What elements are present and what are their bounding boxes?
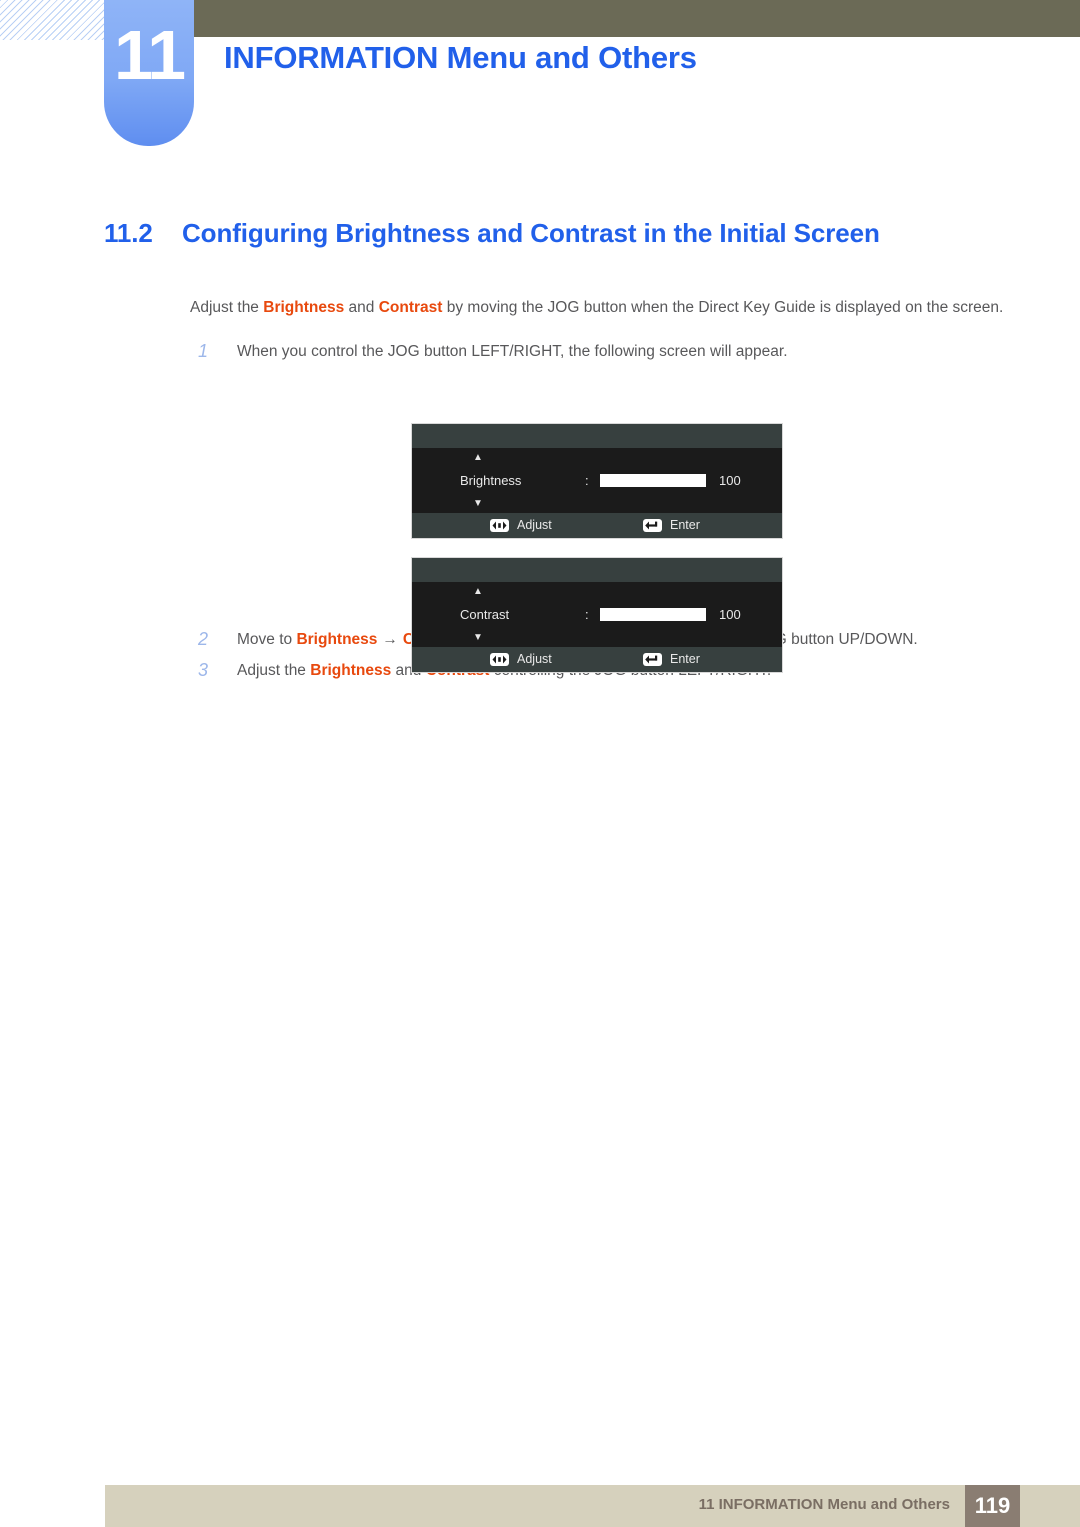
intro-text-3: by moving the JOG button when the Direct… <box>442 299 1004 316</box>
osd-item-label: Brightness <box>460 473 522 488</box>
osd-enter-label: Enter <box>670 652 700 666</box>
intro-paragraph: Adjust the Brightness and Contrast by mo… <box>190 294 1005 322</box>
left-right-arrows-key-icon <box>490 653 509 666</box>
page-number: 119 <box>965 1485 1020 1527</box>
step-3-prefix: Adjust the <box>237 661 311 679</box>
step-2-arrow-1: → <box>382 631 398 648</box>
contrast-slider-fill <box>601 609 705 620</box>
osd-colon: : <box>585 473 589 488</box>
step-2-number: 2 <box>198 629 209 649</box>
osd-footer: Adjust Enter <box>412 513 782 538</box>
osd-adjust-hint: Adjust <box>490 517 552 534</box>
step-2-prefix: Move to <box>237 631 297 648</box>
chapter-number: 11 <box>114 16 186 94</box>
section-title: Configuring Brightness and Contrast in t… <box>182 218 880 248</box>
contrast-value: 100 <box>719 607 741 622</box>
contrast-slider[interactable] <box>600 608 706 621</box>
return-arrow-key-icon <box>643 519 662 532</box>
osd-footer: Adjust Enter <box>412 647 782 672</box>
osd-adjust-label: Adjust <box>517 518 552 532</box>
intro-term-contrast: Contrast <box>378 299 443 316</box>
hatch-decoration <box>0 0 112 40</box>
osd-screenshots: ▲ Brightness : 100 ▼ Adjust Enter ▲ Cont… <box>412 424 782 692</box>
step-1-number: 1 <box>198 340 209 361</box>
brightness-slider-fill <box>601 475 705 486</box>
osd-top-bar <box>412 424 782 448</box>
intro-text-2: and <box>344 299 379 316</box>
osd-panel-contrast: ▲ Contrast : 100 ▼ Adjust Enter <box>412 558 782 672</box>
osd-enter-label: Enter <box>670 518 700 532</box>
osd-top-bar <box>412 558 782 582</box>
step-1-text: When you control the JOG button LEFT/RIG… <box>237 342 788 360</box>
brightness-slider[interactable] <box>600 474 706 487</box>
osd-enter-hint: Enter <box>643 517 700 534</box>
page-header: 11 INFORMATION Menu and Others <box>0 0 1080 160</box>
scroll-down-arrow-icon: ▼ <box>473 498 483 509</box>
left-right-arrows-key-icon <box>490 519 509 532</box>
chapter-title: INFORMATION Menu and Others <box>224 40 697 75</box>
brightness-value: 100 <box>719 473 741 488</box>
header-olive-bar <box>193 0 1080 37</box>
osd-panel-brightness: ▲ Brightness : 100 ▼ Adjust Enter <box>412 424 782 538</box>
osd-body: ▲ Brightness : 100 ▼ <box>412 448 782 513</box>
step-3-number: 3 <box>198 659 209 680</box>
osd-adjust-label: Adjust <box>517 652 552 666</box>
step-1: 1 When you control the JOG button LEFT/R… <box>190 338 1005 366</box>
osd-enter-hint: Enter <box>643 651 700 668</box>
intro-text-1: Adjust the <box>190 299 264 316</box>
scroll-down-arrow-icon: ▼ <box>473 632 483 643</box>
footer-chapter-label: 11 INFORMATION Menu and Others <box>698 1496 950 1513</box>
osd-adjust-hint: Adjust <box>490 651 552 668</box>
osd-body: ▲ Contrast : 100 ▼ <box>412 582 782 647</box>
step-3-term-a: Brightness <box>310 661 392 679</box>
osd-item-label: Contrast <box>460 607 510 622</box>
page-footer: 11 INFORMATION Menu and Others 119 <box>105 1485 1080 1527</box>
section-heading: 11.2 Configuring Brightness and Contrast … <box>104 218 880 249</box>
section-number: 11.2 <box>104 218 153 248</box>
osd-colon: : <box>585 607 589 622</box>
return-arrow-key-icon <box>643 653 662 666</box>
scroll-up-arrow-icon: ▲ <box>473 586 483 597</box>
intro-term-brightness: Brightness <box>263 299 345 316</box>
scroll-up-arrow-icon: ▲ <box>473 452 483 463</box>
step-2-term-a: Brightness <box>296 631 378 648</box>
